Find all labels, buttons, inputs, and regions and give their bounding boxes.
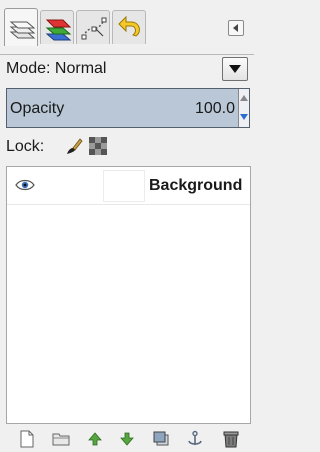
lock-alpha-toggle[interactable]: [89, 137, 107, 155]
layers-tab[interactable]: [4, 8, 38, 46]
delete-layer-button[interactable]: [222, 430, 240, 448]
dock-tab-bar: [0, 8, 254, 55]
mode-label: Mode: Normal: [6, 60, 107, 77]
folder-icon: [52, 433, 70, 446]
layers-icon: [9, 21, 36, 39]
opacity-spin-scale[interactable]: Opacity 100.0: [6, 88, 250, 128]
lock-row: Lock:: [0, 134, 254, 160]
paths-tab[interactable]: [76, 10, 110, 44]
checkerboard-icon: [89, 137, 107, 155]
lower-layer-button[interactable]: [118, 430, 136, 448]
paths-icon: [81, 17, 107, 40]
lock-pixels-toggle[interactable]: [65, 137, 83, 155]
channels-icon: [45, 19, 72, 41]
new-layer-group-button[interactable]: [52, 430, 70, 448]
opacity-increment-button[interactable]: [239, 89, 249, 108]
arrow-down-icon: [120, 432, 134, 446]
arrow-down-icon: [240, 114, 248, 120]
chevron-down-icon: [229, 65, 241, 73]
opacity-decrement-button[interactable]: [239, 108, 249, 127]
new-layer-button[interactable]: [18, 430, 36, 448]
duplicate-layer-button[interactable]: [152, 430, 170, 448]
layer-thumbnail: [103, 170, 145, 202]
layer-actions-bar: [0, 428, 254, 450]
new-layer-icon: [20, 430, 34, 448]
duplicate-icon: [153, 431, 169, 446]
triangle-left-icon: [233, 24, 238, 32]
opacity-value: 100.0: [194, 100, 235, 117]
layer-name[interactable]: Background: [149, 177, 242, 195]
channels-tab[interactable]: [40, 10, 74, 44]
mode-row[interactable]: Mode: Normal: [0, 54, 254, 84]
arrow-up-icon: [88, 432, 102, 446]
trash-icon: [223, 431, 239, 448]
anchor-layer-button[interactable]: [186, 430, 204, 448]
anchor-icon: [188, 430, 202, 445]
mode-dropdown-button[interactable]: [222, 57, 248, 81]
paintbrush-icon: [67, 138, 83, 154]
tab-menu-button[interactable]: [228, 20, 244, 36]
opacity-spinner: [238, 89, 249, 127]
raise-layer-button[interactable]: [86, 430, 104, 448]
layer-visibility-toggle[interactable]: [15, 177, 35, 193]
arrow-up-icon: [240, 95, 248, 101]
eye-icon: [15, 179, 35, 191]
undo-history-tab[interactable]: [112, 10, 146, 44]
undo-history-icon: [118, 15, 140, 37]
lock-label: Lock:: [6, 138, 45, 155]
layer-row[interactable]: Background: [7, 167, 250, 205]
layers-list[interactable]: Background: [6, 166, 251, 424]
opacity-label: Opacity: [10, 100, 65, 117]
